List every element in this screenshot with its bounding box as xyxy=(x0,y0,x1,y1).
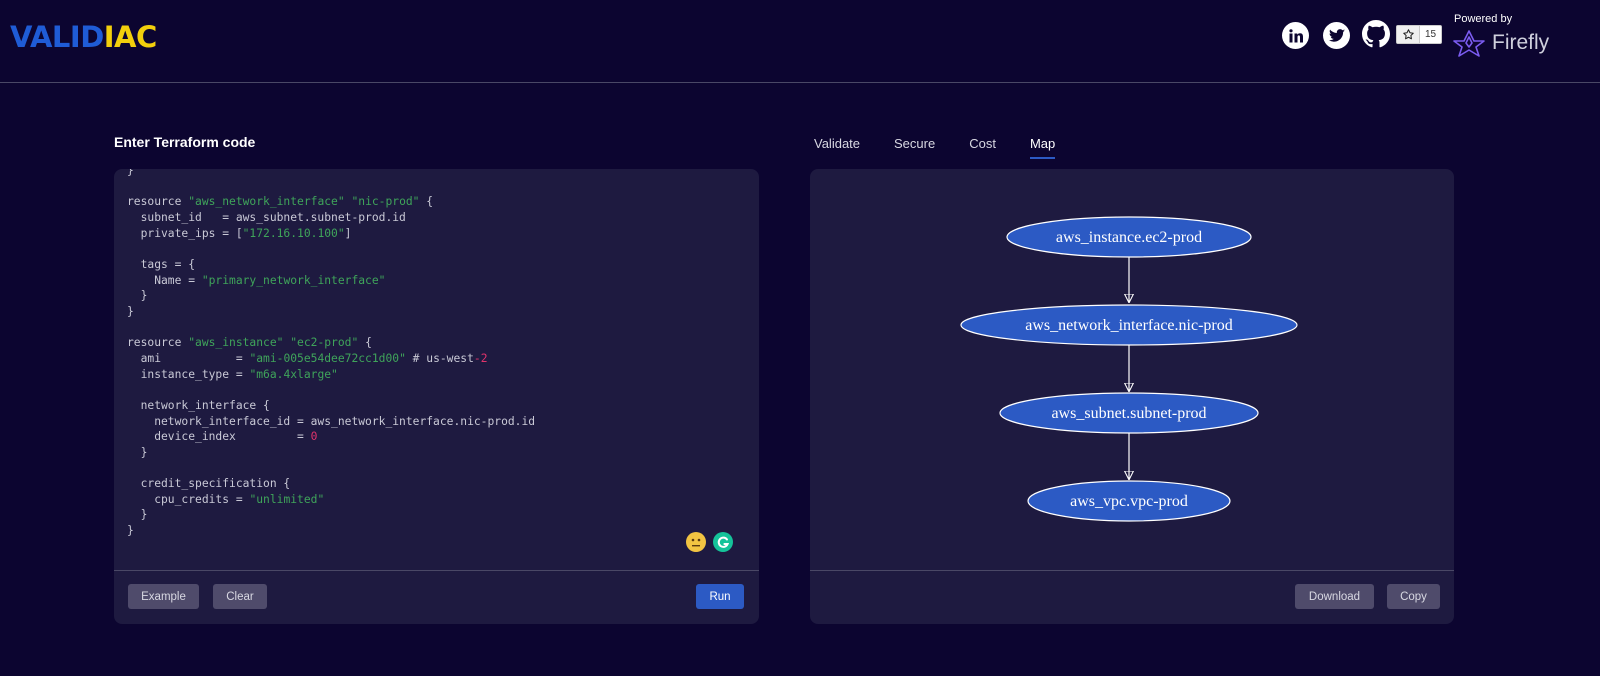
code-token: network_interface_id = aws_network_inter… xyxy=(127,414,536,428)
code-token: instance_type = xyxy=(127,367,250,381)
firefly-link[interactable]: Firefly xyxy=(1452,29,1549,57)
map-panel: aws_instance.ec2-prod aws_network_interf… xyxy=(810,169,1454,624)
star-icon xyxy=(1397,26,1420,43)
code-line: private_ips = ["172.16.10.100"] xyxy=(127,226,535,242)
tab-validate[interactable]: Validate xyxy=(814,136,860,159)
code-token: "aws_network_interface" xyxy=(188,195,345,209)
map-divider xyxy=(810,570,1454,571)
grammarly-icon[interactable] xyxy=(713,532,733,552)
tab-map[interactable]: Map xyxy=(1029,136,1056,159)
code-line: resource "aws_network_interface" "nic-pr… xyxy=(127,194,535,210)
editor-title: Enter Terraform code xyxy=(114,134,256,150)
code-line: cpu_credits = "unlimited" xyxy=(127,492,535,508)
code-token: Name = xyxy=(127,273,202,287)
code-line: network_interface { xyxy=(127,398,535,414)
logo-text-valid: VALID xyxy=(10,20,104,54)
code-token: } xyxy=(127,169,134,177)
graph-node[interactable]: aws_vpc.vpc-prod xyxy=(1027,480,1231,522)
code-token: "ec2-prod" xyxy=(290,336,359,350)
graph-node-label: aws_subnet.subnet-prod xyxy=(1051,405,1206,422)
code-token: { xyxy=(358,336,372,350)
graph-node-label: aws_vpc.vpc-prod xyxy=(1070,493,1188,510)
graph-node-label: aws_instance.ec2-prod xyxy=(1056,229,1202,246)
tab-secure[interactable]: Secure xyxy=(894,136,935,159)
code-token: } xyxy=(127,508,148,522)
graph-node[interactable]: aws_instance.ec2-prod xyxy=(1006,216,1252,258)
code-line: instance_type = "m6a.4xlarge" xyxy=(127,367,535,383)
code-token: "unlimited" xyxy=(249,492,325,506)
code-line: } xyxy=(127,304,535,320)
code-line: network_interface_id = aws_network_inter… xyxy=(127,414,535,430)
emoji-icon[interactable] xyxy=(686,532,706,552)
code-token: cpu_credits = xyxy=(127,492,250,506)
code-editor-panel: } resource "aws_network_interface" "nic-… xyxy=(114,169,759,624)
code-token: "m6a.4xlarge" xyxy=(249,367,338,381)
code-token: subnet_id = aws_subnet.subnet-prod.id xyxy=(127,210,406,224)
firefly-logo-icon xyxy=(1453,30,1485,57)
graph-node[interactable]: aws_subnet.subnet-prod xyxy=(999,392,1259,434)
firefly-brand-text: Firefly xyxy=(1492,31,1550,54)
top-bar: VALIDIAC 15 Powered by Firefly xyxy=(0,0,1600,83)
code-token: -2 xyxy=(473,351,488,365)
code-line: } xyxy=(127,288,535,304)
validiac-logo[interactable]: VALIDIAC xyxy=(10,20,157,54)
code-line: ami = "ami-005e54dee72cc1d00" # us-west-… xyxy=(127,351,535,367)
code-token: "172.16.10.100" xyxy=(242,226,345,240)
clear-button[interactable]: Clear xyxy=(213,584,267,609)
terraform-code-input[interactable]: } resource "aws_network_interface" "nic-… xyxy=(127,169,535,539)
download-button[interactable]: Download xyxy=(1295,584,1374,609)
code-line: subnet_id = aws_subnet.subnet-prod.id xyxy=(127,210,535,226)
result-tabs: Validate Secure Cost Map xyxy=(814,136,1089,159)
graph-node[interactable]: aws_network_interface.nic-prod xyxy=(960,304,1298,346)
code-token: "aws_instance" xyxy=(188,336,284,350)
code-token: tags = { xyxy=(127,257,196,271)
github-star-badge[interactable]: 15 xyxy=(1396,25,1443,44)
code-token: network_interface { xyxy=(127,398,270,412)
editor-divider xyxy=(114,570,759,571)
code-token: resource xyxy=(127,195,189,209)
code-line: credit_specification { xyxy=(127,476,535,492)
example-button[interactable]: Example xyxy=(128,584,199,609)
graph-node-label: aws_network_interface.nic-prod xyxy=(1025,317,1232,334)
code-token: ami = xyxy=(127,351,250,365)
code-line: tags = { xyxy=(127,257,535,273)
powered-by-text: Powered by xyxy=(1454,13,1513,25)
code-token: } xyxy=(127,445,148,459)
code-token: "nic-prod" xyxy=(351,195,420,209)
code-token: } xyxy=(127,524,134,538)
tab-cost[interactable]: Cost xyxy=(969,136,996,159)
linkedin-icon[interactable] xyxy=(1282,22,1309,49)
code-token: resource xyxy=(127,336,189,350)
star-count: 15 xyxy=(1425,29,1437,40)
copy-button[interactable]: Copy xyxy=(1387,584,1440,609)
logo-text-iac: IAC xyxy=(103,20,158,54)
github-icon[interactable] xyxy=(1362,20,1390,48)
code-line: resource "aws_instance" "ec2-prod" { xyxy=(127,335,535,351)
code-token: "ami-005e54dee72cc1d00" xyxy=(249,351,406,365)
code-token: device_index = xyxy=(127,430,311,444)
code-line: } xyxy=(127,523,535,539)
code-line: } xyxy=(127,169,535,179)
code-token: ] xyxy=(344,226,352,240)
code-token: } xyxy=(127,289,148,303)
run-button[interactable]: Run xyxy=(696,584,744,609)
code-token: "primary_network_interface" xyxy=(201,273,386,287)
code-line: } xyxy=(127,445,535,461)
code-line: Name = "primary_network_interface" xyxy=(127,273,535,289)
twitter-icon[interactable] xyxy=(1323,22,1350,49)
code-token: credit_specification { xyxy=(127,477,291,491)
code-token: 0 xyxy=(310,430,318,444)
code-line: } xyxy=(127,507,535,523)
code-token: { xyxy=(419,195,434,209)
dependency-graph: aws_instance.ec2-prod aws_network_interf… xyxy=(960,216,1298,522)
code-token: } xyxy=(127,304,134,318)
code-token: # us-west xyxy=(405,351,474,365)
code-token: private_ips = [ xyxy=(127,226,243,240)
code-line: device_index = 0 xyxy=(127,429,535,445)
